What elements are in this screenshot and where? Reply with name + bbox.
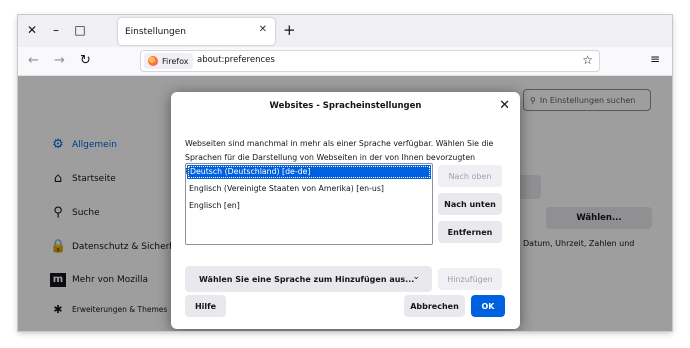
ok-button[interactable]: OK [471,295,505,317]
help-button[interactable]: Hilfe [185,295,226,317]
hamburger-menu-icon[interactable]: ≡ [650,52,660,66]
tab-strip: ✕ – □ Einstellungen ✕ + [18,15,672,47]
back-icon[interactable]: ← [28,53,39,68]
tab-title: Einstellungen [125,26,187,37]
language-list[interactable]: Deutsch (Deutschland) [de-de] Englisch (… [185,163,433,245]
move-up-button[interactable]: Nach oben [438,165,502,187]
firefox-logo-icon [148,56,158,66]
window-minimize-icon[interactable]: – [48,22,64,38]
reload-icon[interactable]: ↻ [80,53,91,68]
navigation-bar: ← → ↻ Firefox about:preferences ☆ ≡ [18,47,672,76]
close-icon[interactable]: ✕ [499,98,510,113]
move-down-button[interactable]: Nach unten [438,193,502,215]
forward-icon[interactable]: → [54,53,65,68]
add-language-select-label: Wählen Sie eine Sprache zum Hinzufügen a… [199,274,415,284]
tab-close-icon[interactable]: ✕ [259,24,267,35]
window-close-icon[interactable]: ✕ [24,22,40,38]
remove-button[interactable]: Entfernen [438,221,502,243]
url-text[interactable]: about:preferences [197,55,275,65]
list-item[interactable]: Englisch [en] [186,199,432,213]
new-tab-icon[interactable]: + [283,21,296,39]
bookmark-star-icon[interactable]: ☆ [582,53,593,67]
add-language-select[interactable]: Wählen Sie eine Sprache zum Hinzufügen a… [185,266,432,292]
chevron-down-icon: ⌄ [412,272,420,282]
url-bar[interactable]: Firefox about:preferences ☆ [140,50,600,72]
add-button[interactable]: Hinzufügen [438,268,502,290]
cancel-button[interactable]: Abbrechen [404,295,465,317]
identity-label: Firefox [162,56,189,66]
language-settings-dialog: Websites - Spracheinstellungen ✕ Webseit… [171,92,520,329]
list-item[interactable]: Englisch (Vereinigte Staaten von Amerika… [186,182,432,196]
window-maximize-icon[interactable]: □ [72,22,88,38]
list-item[interactable]: Deutsch (Deutschland) [de-de] [187,165,431,179]
browser-window: ✕ – □ Einstellungen ✕ + ← → ↻ Firefox ab… [18,15,672,331]
tab-settings[interactable]: Einstellungen ✕ [118,18,275,45]
dialog-title: Websites - Spracheinstellungen [269,101,422,111]
identity-box[interactable]: Firefox [144,53,194,69]
